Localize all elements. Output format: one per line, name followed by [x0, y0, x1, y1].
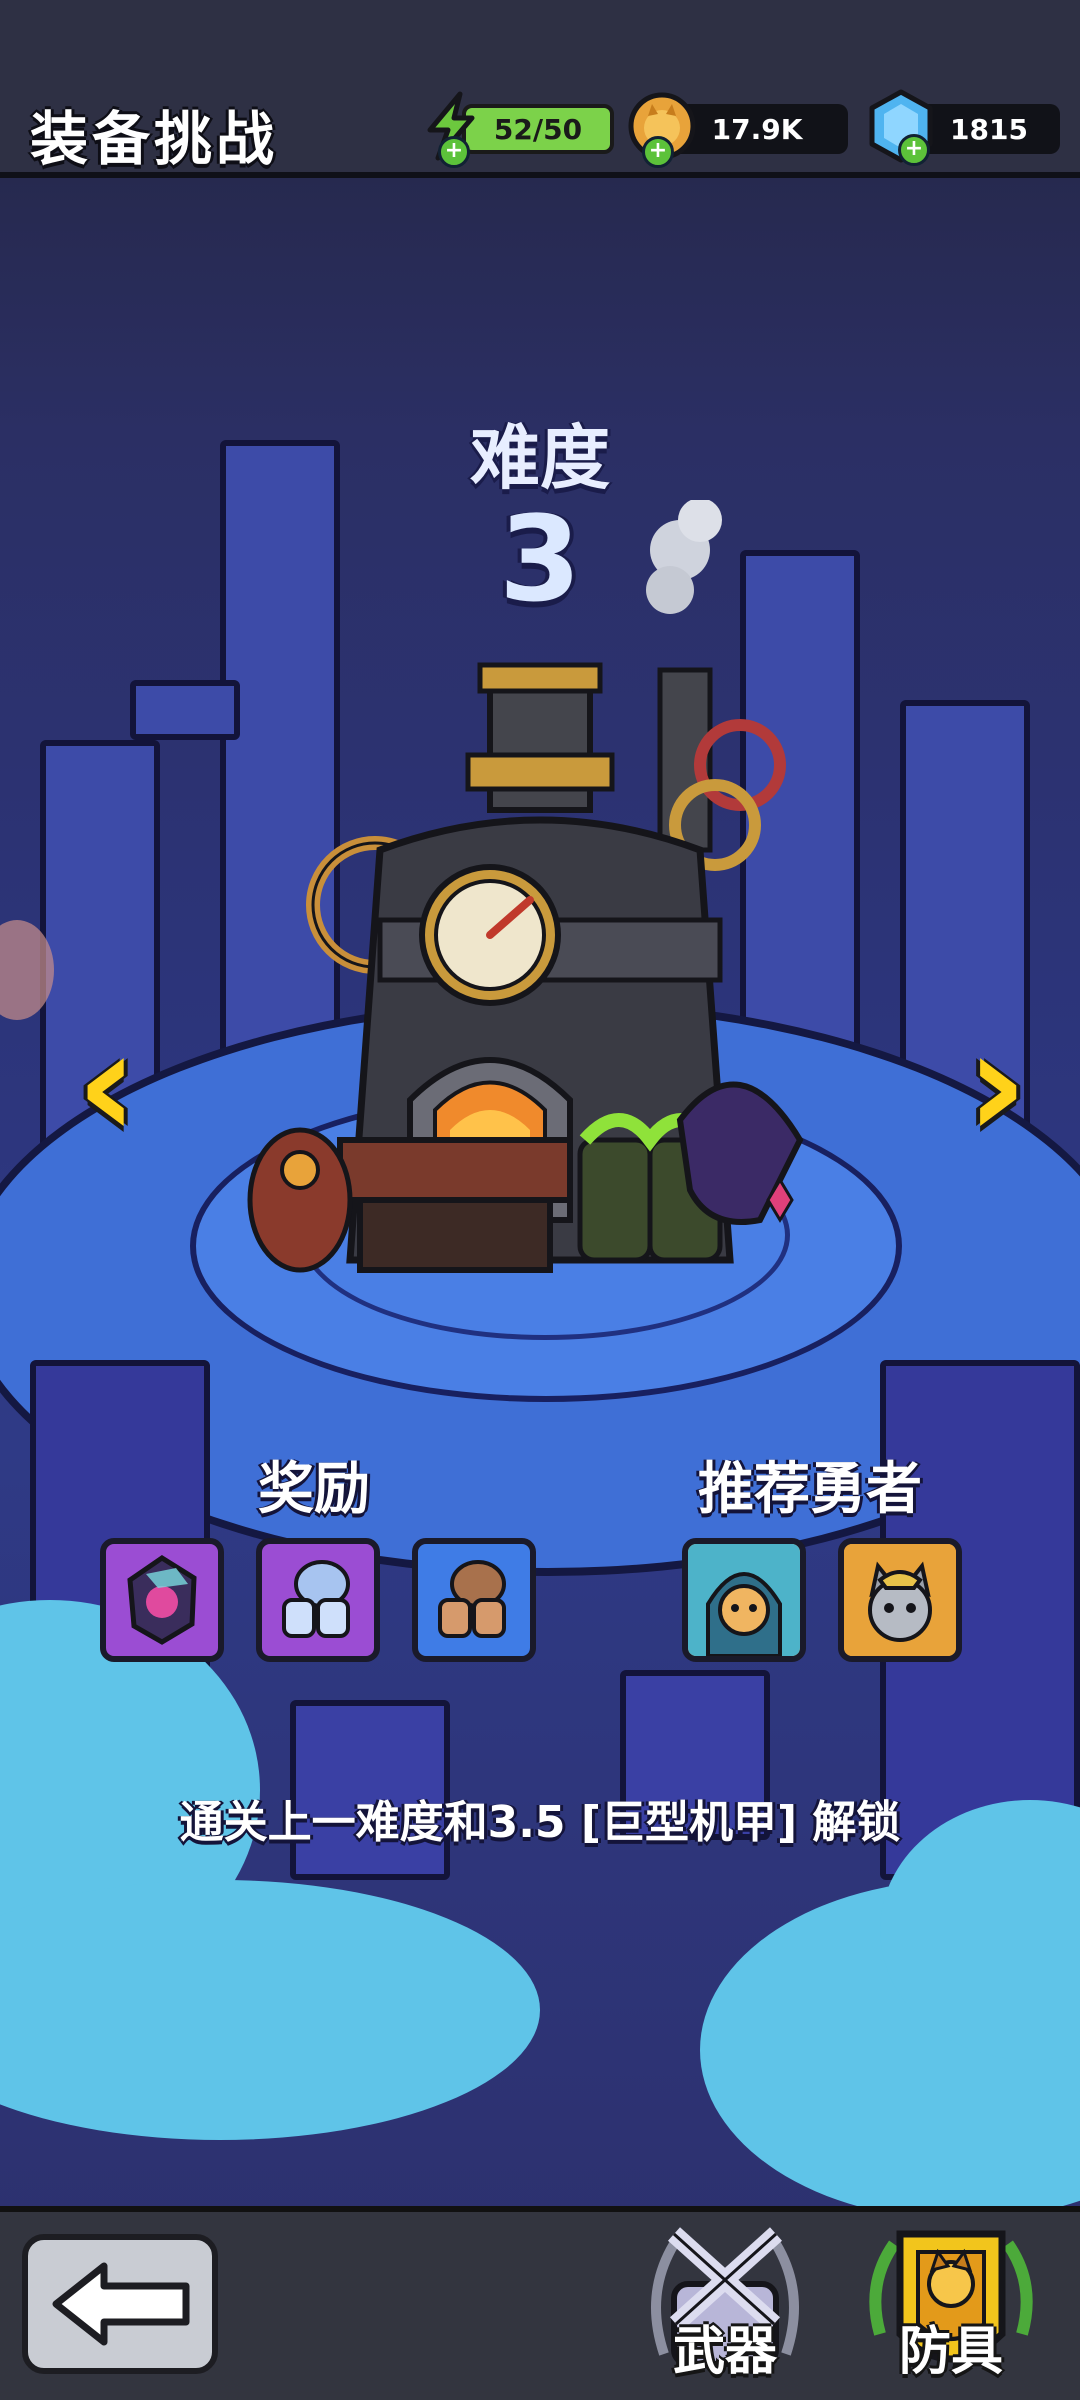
- tab-weapons-label: 武器: [672, 2322, 777, 2382]
- add-gold-icon[interactable]: +: [642, 136, 674, 168]
- tab-armor-label: 防具: [898, 2322, 1003, 2382]
- top-bar: 装备挑战 52/50 + 17.9K + 1815 +: [0, 0, 1080, 178]
- back-arrow-icon: [52, 2262, 190, 2346]
- recommended-heroes-label: 推荐勇者: [698, 1457, 922, 1522]
- back-button[interactable]: [22, 2234, 218, 2374]
- gray-cat-hero-icon: [844, 1544, 956, 1656]
- hero-gray-cat[interactable]: [838, 1538, 962, 1662]
- page-title: 装备挑战: [30, 105, 279, 173]
- difficulty-level: 3: [498, 490, 582, 628]
- next-difficulty-button[interactable]: ›: [966, 1010, 1028, 1160]
- magic-gem-icon: [127, 1555, 197, 1645]
- rewards-label: 奖励: [258, 1457, 370, 1522]
- cloud: [0, 1880, 540, 2140]
- difficulty-label: 难度: [470, 417, 610, 499]
- energy-value: 52/50: [493, 112, 583, 146]
- leather-boots-icon: [438, 1560, 506, 1638]
- reward-magic-gem[interactable]: [100, 1538, 224, 1662]
- previous-difficulty-button[interactable]: ‹: [76, 1010, 138, 1160]
- hero-lion-knight[interactable]: [682, 1538, 806, 1662]
- gem-counter[interactable]: 1815: [918, 104, 1060, 154]
- unlock-condition-text: 通关上一难度和3.5 [巨型机甲] 解锁: [179, 1797, 901, 1848]
- reward-leather-boots[interactable]: [412, 1538, 536, 1662]
- gold-value: 17.9K: [711, 112, 803, 146]
- energy-counter[interactable]: 52/50: [462, 104, 614, 154]
- reward-steel-boots[interactable]: [256, 1538, 380, 1662]
- tab-weapons[interactable]: 武器: [630, 2214, 820, 2400]
- add-energy-icon[interactable]: +: [438, 136, 470, 168]
- stone-pillar: [130, 680, 240, 740]
- tab-armor[interactable]: 防具: [856, 2214, 1046, 2400]
- gem-value: 1815: [950, 112, 1028, 146]
- add-gem-icon[interactable]: +: [898, 134, 930, 166]
- steel-boots-icon: [282, 1560, 350, 1638]
- equipment-challenge-screen: 装备挑战 52/50 + 17.9K + 1815 + 难度 3 ‹ › 奖励: [0, 0, 1080, 2400]
- lion-knight-hero-icon: [688, 1544, 800, 1656]
